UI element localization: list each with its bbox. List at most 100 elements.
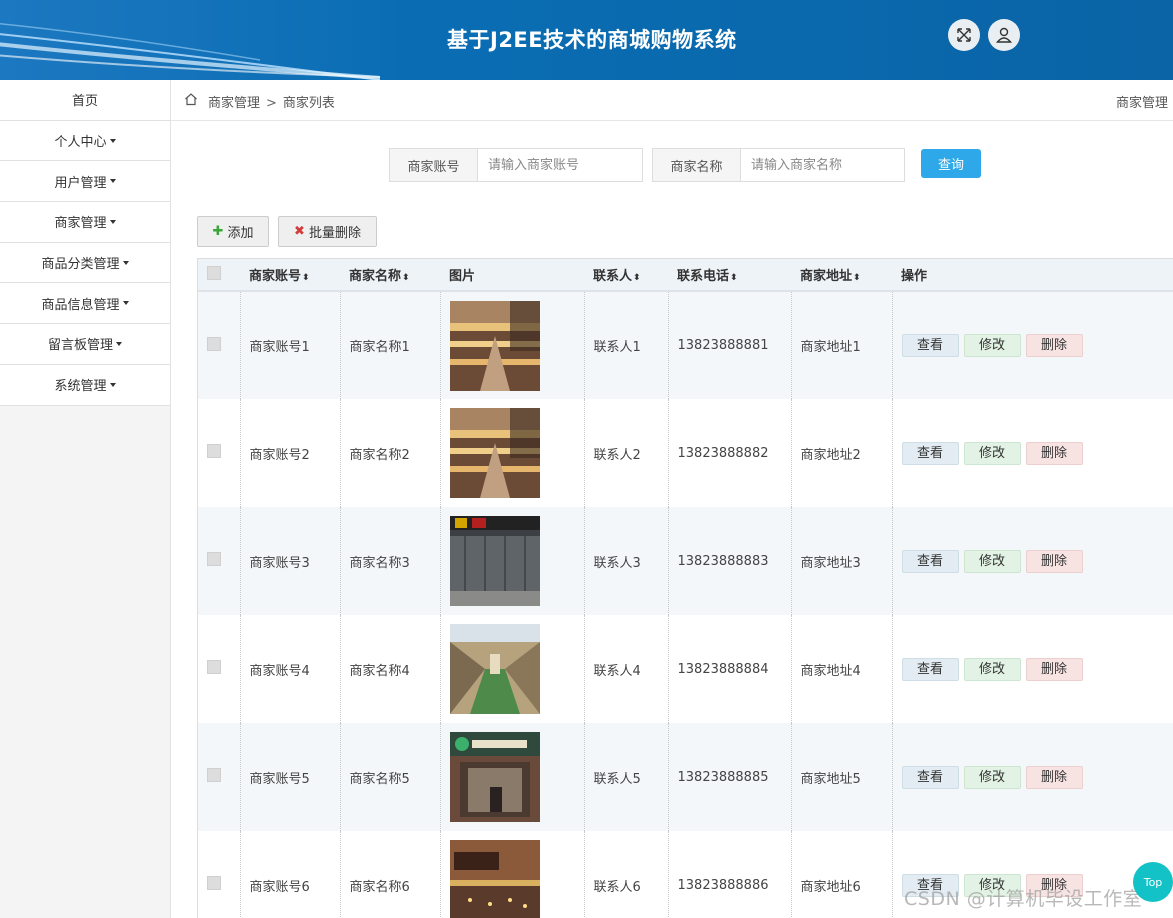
sidebar-item-label: 用户管理 [54, 175, 107, 191]
sidebar-item-label: 商品信息管理 [41, 297, 120, 313]
name-search-label: 商家名称 [653, 149, 741, 181]
view-button[interactable]: 查看 [901, 549, 959, 573]
view-button[interactable]: 查看 [901, 765, 959, 789]
sort-icon[interactable]: ⬍ [730, 273, 738, 283]
column-header-name[interactable]: 商家名称⬍ [340, 259, 440, 292]
merchant-image [449, 732, 540, 822]
breadcrumb-current-section: 商家管理 [1115, 96, 1168, 111]
caret-down-icon [109, 382, 116, 387]
user-icon [996, 27, 1012, 43]
edit-button[interactable]: 修改 [963, 765, 1021, 789]
row-checkbox[interactable] [207, 876, 221, 890]
cell-phone: 13823888885 [667, 723, 791, 831]
cell-image [439, 723, 584, 831]
caret-down-icon [109, 219, 116, 224]
cell-phone: 13823888881 [667, 291, 791, 399]
merchant-image [449, 624, 540, 714]
back-to-top-button[interactable]: Top [1133, 862, 1173, 902]
edit-button[interactable]: 修改 [963, 441, 1021, 465]
table-row: 商家账号2 商家名称2 联系人2 13823888882 商家地址2 查看 修改删… [198, 399, 1173, 507]
breadcrumb-level2: 商家列表 [282, 96, 335, 111]
sidebar-item-merchant-management[interactable]: 商家管理 [0, 202, 170, 243]
breadcrumb-separator: > [266, 96, 277, 111]
sidebar-item-product-management[interactable]: 商品信息管理 [0, 283, 170, 325]
sidebar-item-label: 系统管理 [54, 379, 107, 395]
delete-button[interactable]: 删除 [1025, 549, 1083, 573]
cell-contact: 联系人6 [583, 831, 668, 918]
select-all-checkbox[interactable] [207, 265, 221, 280]
header-decoration [0, 22, 380, 80]
row-checkbox[interactable] [207, 336, 221, 351]
delete-button[interactable]: 删除 [1025, 765, 1083, 789]
edit-button[interactable]: 修改 [963, 549, 1021, 573]
sidebar-item-user-management[interactable]: 用户管理 [0, 161, 170, 203]
sort-icon[interactable]: ⬍ [633, 273, 641, 283]
sidebar-item-system-management[interactable]: 系统管理 [0, 364, 170, 406]
row-checkbox[interactable] [207, 768, 221, 782]
account-search-input[interactable] [478, 149, 642, 181]
column-header-account[interactable]: 商家账号⬍ [240, 259, 340, 292]
view-button[interactable]: 查看 [901, 441, 959, 465]
user-profile-button[interactable] [988, 19, 1020, 51]
sidebar-item-personal-center[interactable]: 个人中心 [0, 120, 170, 162]
query-button[interactable]: 查询 [921, 149, 981, 178]
row-checkbox[interactable] [207, 552, 221, 566]
cell-account: 商家账号2 [239, 399, 340, 507]
table-row: 商家账号3 商家名称3 联系人3 13823888883 商家地址3 查看 修改删… [198, 507, 1173, 615]
view-button[interactable]: 查看 [901, 657, 959, 681]
cell-contact: 联系人4 [583, 615, 668, 723]
batch-delete-label: 批量删除 [308, 226, 361, 241]
sidebar-item-label: 留言板管理 [47, 338, 113, 354]
table-header-row: 商家账号⬍ 商家名称⬍ 图片 联系人⬍ 联系电话⬍ 商家地址⬍ 操作 [198, 259, 1173, 292]
cell-contact: 联系人3 [583, 507, 668, 615]
column-header-contact[interactable]: 联系人⬍ [584, 259, 668, 292]
edit-button[interactable]: 修改 [963, 334, 1021, 357]
delete-button[interactable]: 删除 [1025, 441, 1083, 465]
column-header-address[interactable]: 商家地址⬍ [791, 259, 892, 292]
sort-icon[interactable]: ⬍ [853, 273, 861, 283]
row-checkbox[interactable] [207, 660, 221, 674]
delete-button[interactable]: 删除 [1025, 334, 1083, 357]
sidebar-item-message-board[interactable]: 留言板管理 [0, 324, 170, 365]
cell-account: 商家账号1 [239, 291, 340, 399]
sort-icon[interactable]: ⬍ [302, 273, 310, 283]
edit-button[interactable]: 修改 [963, 657, 1021, 681]
cell-name: 商家名称5 [339, 723, 440, 831]
cell-address: 商家地址1 [790, 291, 892, 399]
sidebar-item-category-management[interactable]: 商品分类管理 [0, 242, 170, 284]
select-all-cell [198, 259, 240, 292]
cell-actions: 查看 修改 删除 [891, 615, 1173, 723]
fullscreen-button[interactable] [948, 19, 980, 51]
caret-down-icon [109, 138, 116, 143]
account-search-label: 商家账号 [390, 149, 478, 181]
column-header-phone[interactable]: 联系电话⬍ [668, 259, 791, 292]
expand-icon [957, 28, 971, 42]
column-header-image: 图片 [440, 259, 584, 292]
sort-icon[interactable]: ⬍ [402, 273, 410, 283]
add-button[interactable]: ✚ 添加 [197, 216, 269, 247]
app-title: 基于J2EE技术的商城购物系统 [447, 28, 737, 52]
add-button-label: 添加 [227, 226, 254, 241]
row-checkbox[interactable] [207, 444, 221, 458]
cell-image [439, 507, 584, 615]
home-icon[interactable] [184, 92, 198, 106]
batch-delete-button[interactable]: ✖ 批量删除 [278, 216, 377, 247]
sidebar-item-label: 商家管理 [54, 216, 107, 232]
cell-actions: 查看 修改 删除 [891, 291, 1173, 399]
delete-button[interactable]: 删除 [1025, 657, 1083, 681]
sidebar-item-label: 个人中心 [54, 135, 107, 151]
cell-image [439, 615, 584, 723]
table-row: 商家账号4 商家名称4 联系人4 13823888884 商家地址4 查看 修改删… [198, 615, 1173, 723]
table-row: 商家账号1 商家名称1 联系人1 13823888881 商家地址1 查看 修改删… [198, 291, 1173, 399]
cell-account: 商家账号6 [239, 831, 340, 918]
cell-name: 商家名称6 [339, 831, 440, 918]
sidebar-item-home[interactable]: 首页 [0, 80, 170, 121]
cell-contact: 联系人2 [583, 399, 668, 507]
name-search-input[interactable] [741, 149, 904, 181]
breadcrumb-level1[interactable]: 商家管理 [208, 96, 260, 111]
cell-address: 商家地址3 [790, 507, 892, 615]
cell-account: 商家账号5 [239, 723, 340, 831]
cell-address: 商家地址4 [790, 615, 892, 723]
sidebar: 首页 个人中心 用户管理 商家管理 商品分类管理 商品信息管理 留言板管理 系统… [0, 80, 171, 918]
view-button[interactable]: 查看 [901, 334, 959, 357]
